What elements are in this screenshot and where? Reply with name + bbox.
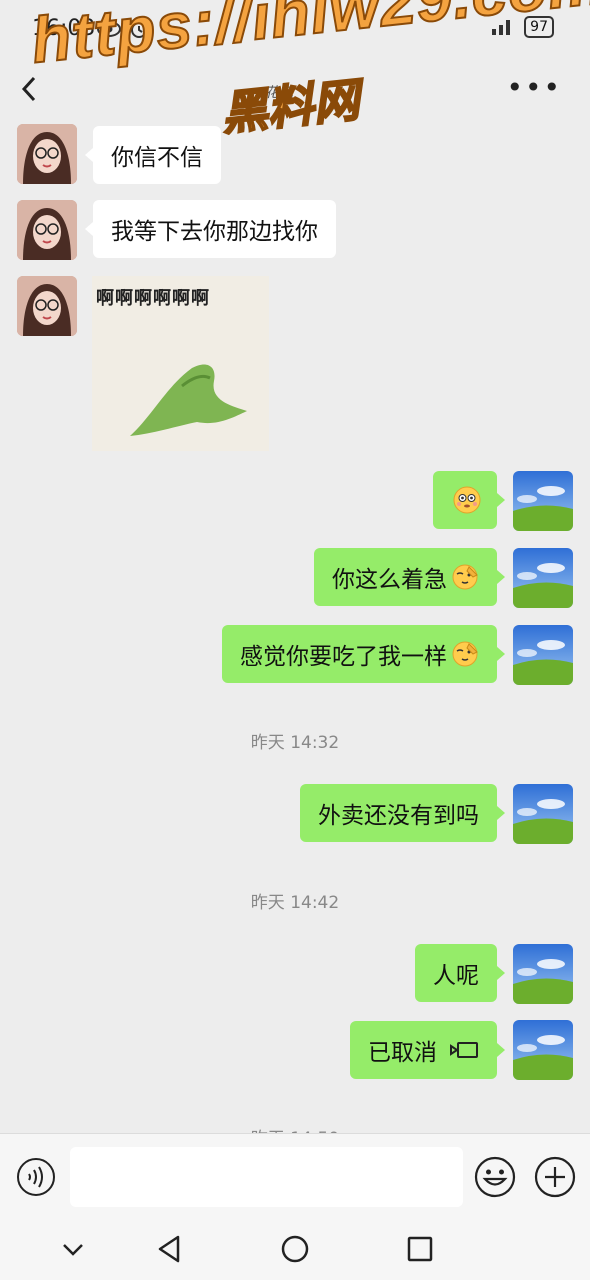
my-avatar[interactable] (513, 548, 573, 608)
chevron-down-icon[interactable] (60, 1231, 86, 1267)
landscape-avatar (513, 944, 573, 1004)
flushed-face-icon (453, 486, 481, 514)
landscape-avatar (513, 471, 573, 531)
nav-recents-icon[interactable] (405, 1231, 435, 1267)
message-bubble[interactable] (433, 471, 505, 529)
my-avatar[interactable] (513, 1020, 573, 1080)
message-bubble[interactable]: 我等下去你那边找你 (85, 200, 336, 258)
landscape-avatar (513, 548, 573, 608)
avatar-portrait (17, 124, 77, 184)
contact-avatar[interactable] (17, 124, 77, 184)
message-bubble[interactable]: 你这么着急 (314, 548, 505, 606)
avatar-portrait (17, 200, 77, 260)
plus-icon[interactable] (534, 1156, 576, 1198)
landscape-avatar (513, 1020, 573, 1080)
landscape-avatar (513, 625, 573, 685)
salute-face-icon (452, 564, 478, 590)
message-text: 人呢 (433, 963, 479, 989)
nav-home-icon[interactable] (280, 1231, 310, 1267)
timestamp: 昨天 14:32 (250, 733, 340, 753)
message-text: 外卖还没有到吗 (318, 803, 479, 829)
frog-sticker-icon (130, 364, 247, 436)
sticker-text: 啊啊啊啊啊啊 (96, 288, 210, 309)
message-bubble[interactable]: 你信不信 (85, 126, 221, 184)
system-nav-bar (0, 1219, 590, 1280)
message-text: 你这么着急 (332, 567, 447, 593)
more-icon[interactable]: ••• (506, 74, 562, 102)
timestamp: 昨天 14:42 (250, 893, 340, 913)
message-text: 感觉你要吃了我一样 (240, 644, 447, 670)
emoji-icon[interactable] (474, 1156, 516, 1198)
message-input[interactable] (70, 1147, 463, 1207)
landscape-avatar (513, 784, 573, 844)
message-bubble[interactable]: 人呢 (415, 944, 505, 1002)
message-text: 已取消 (368, 1040, 437, 1066)
my-avatar[interactable] (513, 944, 573, 1004)
my-avatar[interactable] (513, 784, 573, 844)
contact-avatar[interactable] (17, 200, 77, 260)
back-arrow-icon[interactable] (18, 74, 40, 104)
video-call-icon (450, 1042, 478, 1058)
message-text: 我等下去你那边找你 (111, 219, 318, 245)
message-text: 你信不信 (111, 145, 203, 171)
nav-back-icon[interactable] (154, 1231, 184, 1267)
input-bar (0, 1133, 590, 1220)
call-cancelled-bubble[interactable]: 已取消 (350, 1021, 505, 1079)
watermark-site-name: 黑料网 (218, 72, 363, 142)
contact-avatar[interactable] (17, 276, 77, 336)
voice-icon[interactable] (16, 1157, 56, 1197)
my-avatar[interactable] (513, 471, 573, 531)
avatar-portrait (17, 276, 77, 336)
sticker-message[interactable]: 啊啊啊啊啊啊 (92, 276, 269, 451)
message-bubble[interactable]: 外卖还没有到吗 (300, 784, 505, 842)
my-avatar[interactable] (513, 625, 573, 685)
message-bubble[interactable]: 感觉你要吃了我一样 (222, 625, 505, 683)
salute-face-icon (452, 641, 478, 667)
